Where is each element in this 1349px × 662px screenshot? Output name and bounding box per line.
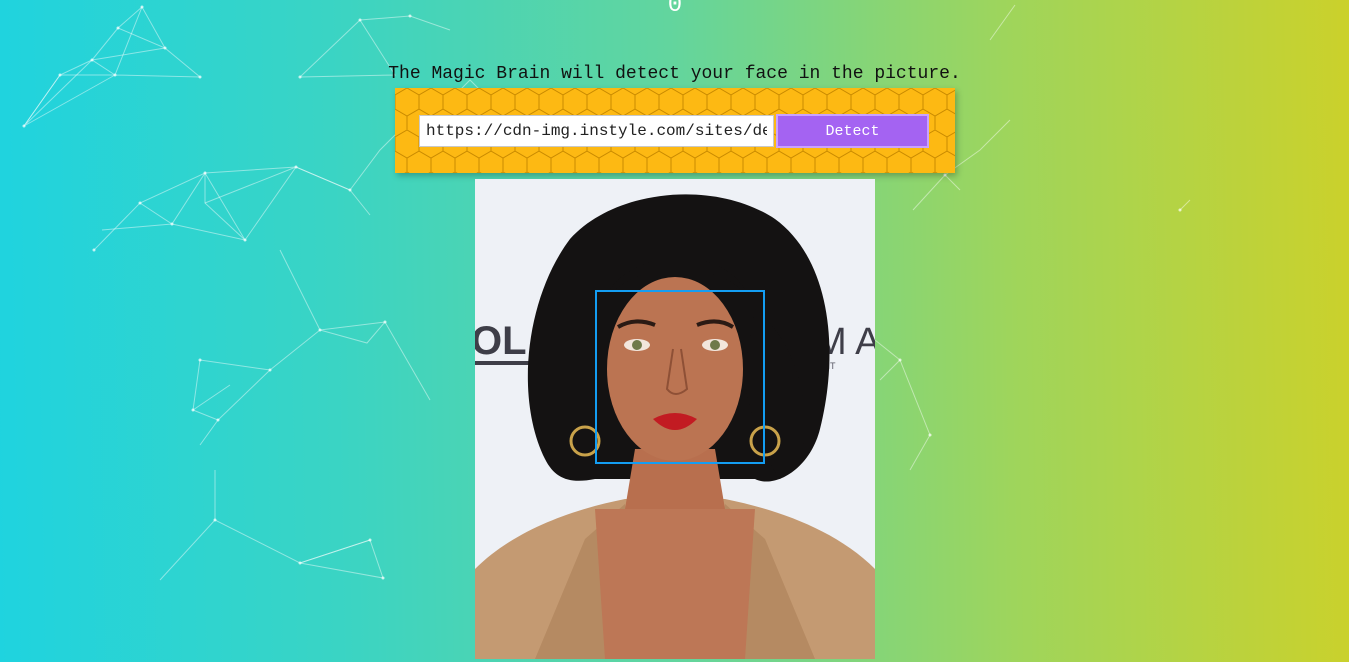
image-url-input[interactable] <box>419 115 774 147</box>
face-photo: OL M A KE IT <box>475 179 875 659</box>
image-link-form: Detect <box>395 88 955 173</box>
backdrop-text-left: OL <box>475 319 527 363</box>
rank-number: 0 <box>667 0 683 19</box>
face-bounding-box <box>595 290 765 464</box>
detect-button[interactable]: Detect <box>776 114 929 148</box>
intro-text: The Magic Brain will detect your face in… <box>388 64 961 84</box>
